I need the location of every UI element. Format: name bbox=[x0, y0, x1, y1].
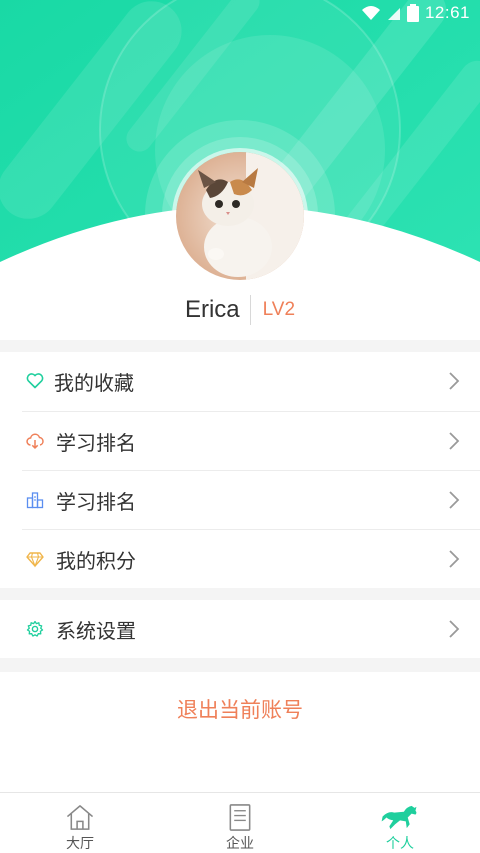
profile-info: Erica LV2 bbox=[0, 290, 480, 330]
tab-personal[interactable]: 个人 bbox=[320, 793, 480, 853]
menu-item-settings[interactable]: 系统设置 bbox=[0, 600, 480, 658]
heart-icon bbox=[26, 373, 44, 389]
menu-item-label: 我的收藏 bbox=[54, 370, 134, 395]
cat-photo bbox=[176, 152, 304, 280]
menu-item-label: 学习排名 bbox=[56, 489, 136, 514]
home-icon bbox=[66, 805, 94, 830]
diamond-icon bbox=[26, 552, 44, 568]
wifi-icon bbox=[361, 6, 380, 20]
gear-icon bbox=[26, 620, 44, 637]
tab-label: 个人 bbox=[386, 836, 414, 852]
tab-label: 大厅 bbox=[66, 836, 94, 852]
section-gap bbox=[0, 658, 480, 672]
cloud-download-icon bbox=[26, 433, 44, 450]
bottom-tab-bar: 大厅 企业 个人 bbox=[0, 792, 480, 853]
menu-item-learning-rank[interactable]: 学习排名 bbox=[0, 412, 480, 470]
chevron-right-icon bbox=[449, 432, 460, 450]
avatar[interactable] bbox=[176, 152, 304, 280]
section-gap bbox=[0, 588, 480, 600]
section-gap bbox=[0, 340, 480, 352]
tab-hall[interactable]: 大厅 bbox=[0, 793, 160, 853]
menu-item-label: 系统设置 bbox=[56, 618, 136, 643]
chevron-right-icon bbox=[449, 550, 460, 568]
buildings-icon bbox=[26, 492, 44, 509]
menu-item-points[interactable]: 我的积分 bbox=[0, 530, 480, 588]
tab-label: 企业 bbox=[226, 836, 254, 852]
logout-button[interactable]: 退出当前账号 bbox=[177, 694, 303, 724]
battery-icon bbox=[406, 4, 419, 22]
status-time: 12:61 bbox=[424, 3, 470, 22]
status-bar: 12:61 bbox=[0, 0, 480, 26]
horse-icon bbox=[381, 805, 417, 830]
signal-icon bbox=[387, 8, 400, 20]
menu-item-favorites[interactable]: 我的收藏 bbox=[0, 352, 480, 410]
menu-item-learning-rank-2[interactable]: 学习排名 bbox=[0, 471, 480, 529]
document-icon bbox=[229, 804, 251, 831]
level-badge: LV2 bbox=[262, 299, 296, 320]
profile-header: 12:61 Erica LV2 bbox=[0, 0, 480, 340]
chevron-right-icon bbox=[449, 491, 460, 509]
menu-item-label: 我的积分 bbox=[56, 548, 136, 573]
username: Erica bbox=[184, 296, 240, 323]
chevron-right-icon bbox=[449, 620, 460, 638]
chevron-right-icon bbox=[449, 372, 460, 390]
tab-enterprise[interactable]: 企业 bbox=[160, 793, 320, 853]
menu-item-label: 学习排名 bbox=[56, 430, 136, 455]
logout-section: 退出当前账号 bbox=[0, 672, 480, 792]
